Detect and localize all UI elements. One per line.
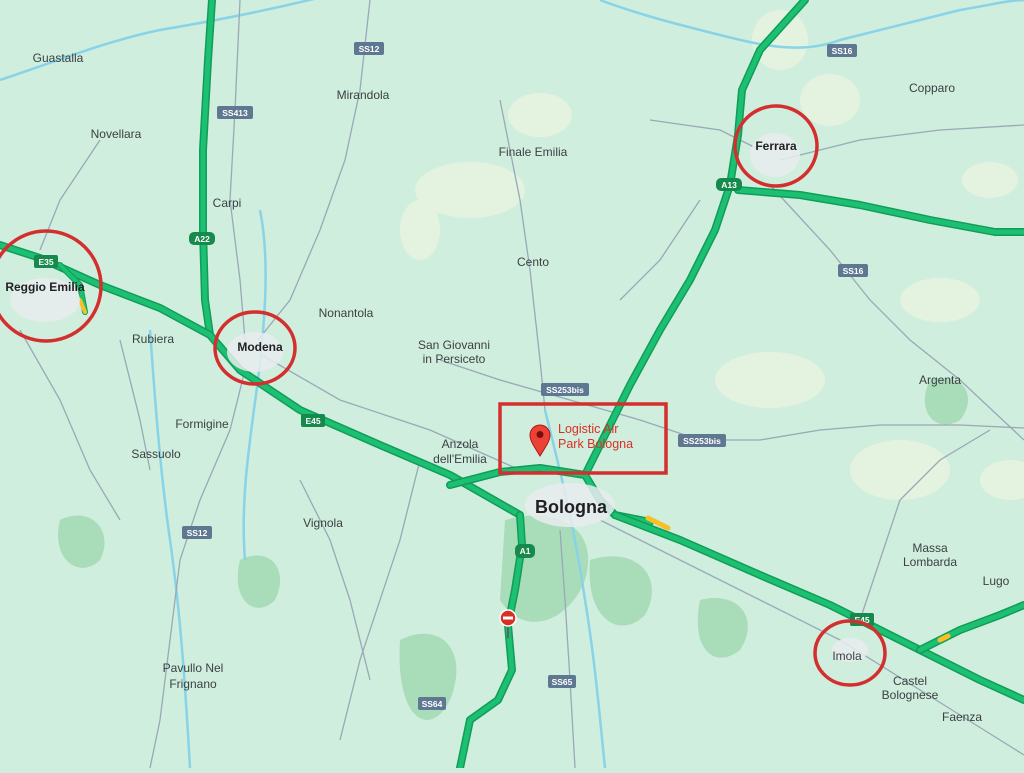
shield-ss16-top: SS16 (827, 44, 857, 57)
shield-e45-west: E45 (301, 414, 325, 427)
shield-a1: A1 (515, 544, 535, 558)
shield-e45-west-text: E45 (305, 416, 320, 426)
shield-ss16-top-text: SS16 (832, 46, 853, 56)
label-castel-2: Bolognese (882, 688, 939, 702)
shield-ss65: SS65 (548, 675, 576, 688)
label-imola[interactable]: Imola (832, 649, 862, 663)
shield-ss12-top: SS12 (354, 42, 384, 55)
label-novellara: Novellara (91, 127, 142, 141)
poi-label-line2[interactable]: Park Bologna (558, 437, 633, 451)
shield-ss16-mid: SS16 (838, 264, 868, 277)
shield-ss253bis-1-text: SS253bis (546, 385, 584, 395)
label-faenza: Faenza (942, 710, 982, 724)
label-rubiera: Rubiera (132, 332, 174, 346)
label-castel-1: Castel (893, 674, 927, 688)
shield-ss253bis-2: SS253bis (678, 434, 726, 447)
shield-e35-text: E35 (38, 257, 53, 267)
label-nonantola: Nonantola (319, 306, 374, 320)
map-canvas[interactable]: Guastalla Novellara Mirandola Finale Emi… (0, 0, 1024, 772)
shield-ss12-top-text: SS12 (359, 44, 380, 54)
shield-a13: A13 (716, 178, 742, 191)
label-anzola-2: dell'Emilia (433, 452, 487, 466)
label-mirandola: Mirandola (337, 88, 390, 102)
shield-ss413-text: SS413 (222, 108, 248, 118)
label-argenta: Argenta (919, 373, 961, 387)
map-svg[interactable]: Guastalla Novellara Mirandola Finale Emi… (0, 0, 1024, 772)
shield-ss253bis-1: SS253bis (541, 383, 589, 396)
label-bologna[interactable]: Bologna (535, 497, 608, 517)
shield-ss64-text: SS64 (422, 699, 443, 709)
shield-ss65-text: SS65 (552, 677, 573, 687)
label-ferrara[interactable]: Ferrara (755, 139, 797, 153)
label-anzola-1: Anzola (442, 437, 479, 451)
label-reggio-emilia[interactable]: Reggio Emilia (5, 280, 85, 294)
shield-e35: E35 (34, 255, 58, 268)
label-vignola: Vignola (303, 516, 343, 530)
label-modena[interactable]: Modena (237, 340, 283, 354)
label-guastalla: Guastalla (33, 51, 84, 65)
shield-ss253bis-2-text: SS253bis (683, 436, 721, 446)
label-finale-emilia: Finale Emilia (499, 145, 568, 159)
shield-ss16-mid-text: SS16 (843, 266, 864, 276)
shield-ss12-bottom: SS12 (182, 526, 212, 539)
label-san-giovanni-2: in Persiceto (423, 352, 486, 366)
label-massa-1: Massa (912, 541, 948, 555)
shield-ss413: SS413 (217, 106, 253, 119)
label-copparo: Copparo (909, 81, 955, 95)
poi-label-line1[interactable]: Logistic Air (558, 422, 618, 436)
label-carpi: Carpi (213, 196, 242, 210)
shield-ss12-bottom-text: SS12 (187, 528, 208, 538)
shield-a13-text: A13 (721, 180, 737, 190)
label-formigine: Formigine (175, 417, 229, 431)
label-massa-2: Lombarda (903, 555, 957, 569)
label-cento: Cento (517, 255, 549, 269)
shield-a22: A22 (189, 232, 215, 245)
label-pavullo-2: Frignano (169, 677, 217, 691)
label-pavullo-1: Pavullo Nel (163, 661, 224, 675)
label-san-giovanni-1: San Giovanni (418, 338, 490, 352)
shield-ss64: SS64 (418, 697, 446, 710)
shield-a22-text: A22 (194, 234, 210, 244)
label-lugo: Lugo (983, 574, 1010, 588)
shield-a1-text: A1 (520, 546, 531, 556)
label-sassuolo: Sassuolo (131, 447, 181, 461)
